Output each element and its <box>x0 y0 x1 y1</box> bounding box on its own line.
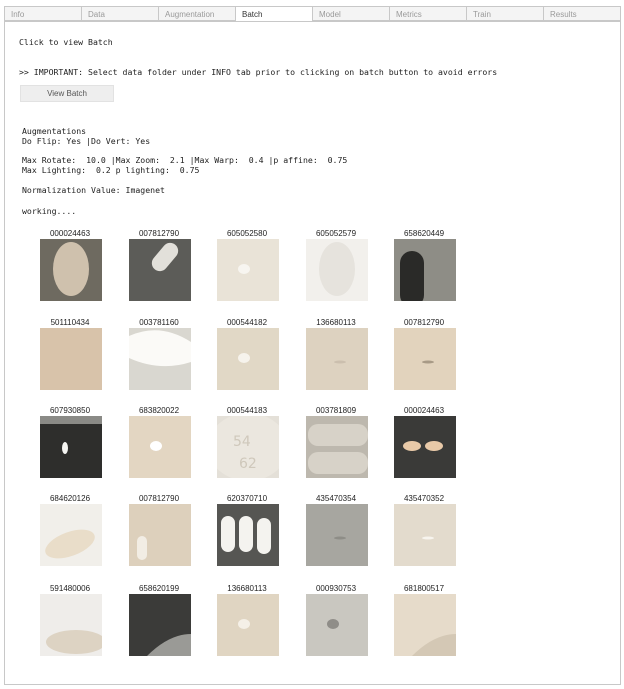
image-label: 658620199 <box>138 584 180 593</box>
image-label: 684620126 <box>49 494 91 503</box>
tab-augmentation[interactable]: Augmentation <box>158 6 235 21</box>
pill-image <box>306 239 368 301</box>
pill-image <box>306 504 368 566</box>
pill-image <box>129 328 191 390</box>
pill-image <box>217 504 279 566</box>
pill-image <box>306 416 368 478</box>
pill-image <box>40 594 102 656</box>
pill-image <box>129 504 191 566</box>
augmentations-title: Augmentations <box>22 126 87 136</box>
pill-image <box>394 504 456 566</box>
pill-image: 54 62 <box>217 416 279 478</box>
view-batch-button[interactable]: View Batch <box>20 85 114 102</box>
pill-image <box>217 239 279 301</box>
pill-image <box>129 416 191 478</box>
image-label: 000544182 <box>226 318 268 327</box>
pill-image <box>394 239 456 301</box>
pill-image <box>129 239 191 301</box>
pill-image <box>40 328 102 390</box>
status-text: working.... <box>22 206 77 216</box>
image-label: 605052579 <box>315 229 357 238</box>
tab-data[interactable]: Data <box>81 6 158 21</box>
image-label: 435470352 <box>403 494 445 503</box>
image-label: 003781160 <box>139 318 179 327</box>
tab-batch[interactable]: Batch <box>235 6 312 22</box>
pill-image <box>40 504 102 566</box>
flip-settings: Do Flip: Yes |Do Vert: Yes <box>22 136 151 146</box>
pill-image <box>129 594 191 656</box>
image-label: 007812790 <box>403 318 445 327</box>
pill-image <box>306 328 368 390</box>
tab-train[interactable]: Train <box>466 6 543 21</box>
tab-info[interactable]: Info <box>4 6 81 21</box>
pill-image <box>306 594 368 656</box>
svg-text:62: 62 <box>239 456 257 472</box>
image-label: 607930850 <box>49 406 91 415</box>
image-label: 007812790 <box>138 229 180 238</box>
image-label: 605052580 <box>226 229 268 238</box>
image-label: 136680113 <box>227 584 267 593</box>
pill-image <box>394 594 456 656</box>
tab-model[interactable]: Model <box>312 6 389 21</box>
image-label: 000024463 <box>49 229 91 238</box>
tab-results[interactable]: Results <box>543 6 621 21</box>
image-label: 000544183 <box>226 406 268 415</box>
important-notice: >> IMPORTANT: Select data folder under I… <box>19 67 498 77</box>
pill-image <box>394 416 456 478</box>
pill-image <box>40 239 102 301</box>
image-label: 501110434 <box>50 318 90 327</box>
image-label: 620370710 <box>226 494 268 503</box>
pill-image <box>40 416 102 478</box>
image-label: 000930753 <box>315 584 357 593</box>
pill-image <box>217 328 279 390</box>
image-label: 007812790 <box>138 494 180 503</box>
image-label: 003781809 <box>315 406 357 415</box>
lighting-settings: Max Lighting: 0.2 p lighting: 0.75 <box>22 165 200 175</box>
svg-text:54: 54 <box>233 434 251 450</box>
image-label: 681800517 <box>403 584 445 593</box>
tab-bar: Info Data Augmentation Batch Model Metrics Tra… <box>4 6 621 22</box>
tab-metrics[interactable]: Metrics <box>389 6 466 21</box>
image-label: 435470354 <box>315 494 357 503</box>
image-label: 658620449 <box>403 229 445 238</box>
image-label: 683820022 <box>138 406 180 415</box>
image-label: 000024463 <box>403 406 445 415</box>
pill-image <box>394 328 456 390</box>
rotate-zoom-settings: Max Rotate: 10.0 |Max Zoom: 2.1 |Max War… <box>22 155 348 165</box>
image-label: 136680113 <box>316 318 356 327</box>
normalization-value: Normalization Value: Imagenet <box>22 185 165 195</box>
click-hint: Click to view Batch <box>19 37 113 47</box>
image-label: 591480006 <box>49 584 91 593</box>
pill-image <box>217 594 279 656</box>
